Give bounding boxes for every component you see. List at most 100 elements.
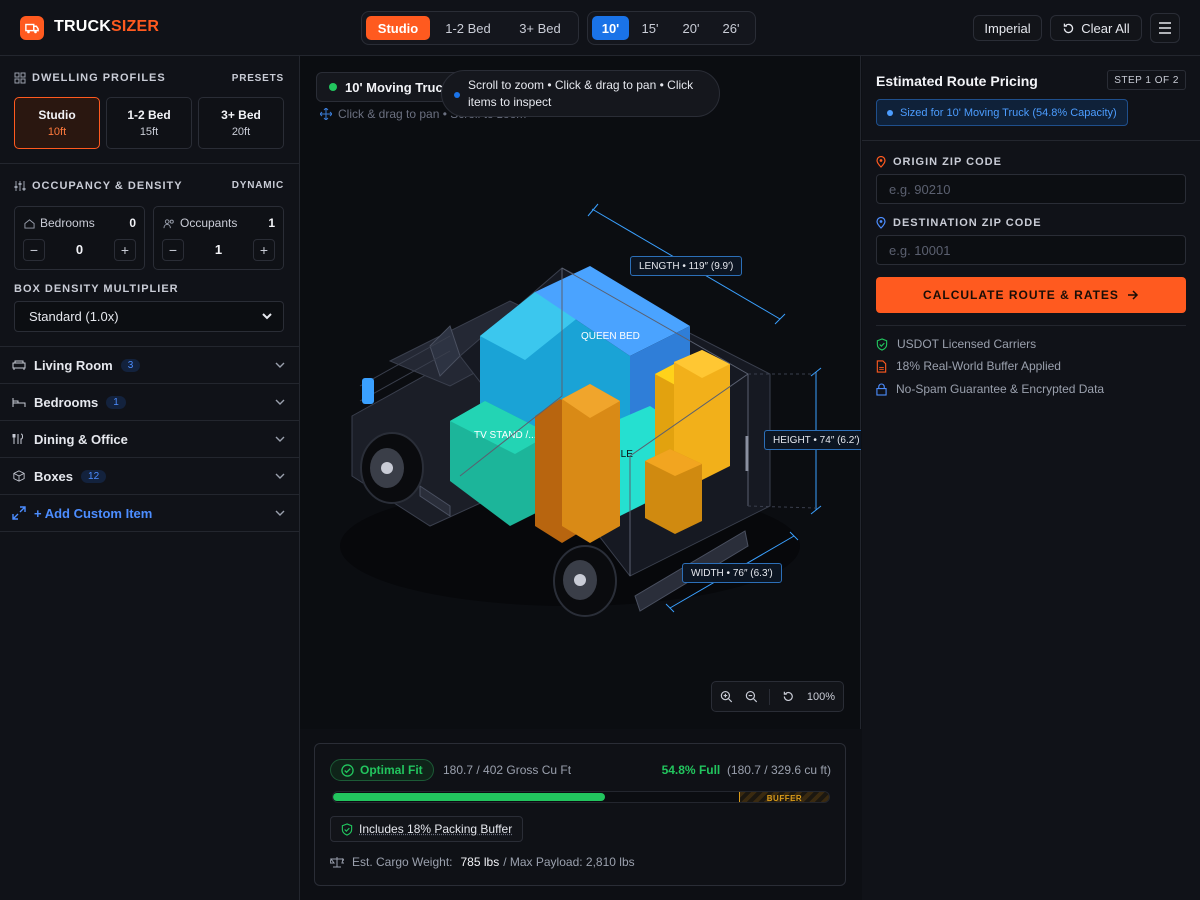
dwelling-tabs: Studio 1-2 Bed 3+ Bed (361, 11, 579, 45)
clear-all-label: Clear All (1081, 20, 1130, 36)
menu-button[interactable] (1150, 13, 1180, 43)
truck-render: QUEEN BED TV STAND /... BLE (340, 203, 822, 617)
count-badge: 3 (120, 358, 141, 372)
sized-for-badge: Sized for 10' Moving Truck (54.8% Capaci… (876, 99, 1128, 126)
density-select[interactable]: Standard (1.0x) (14, 301, 284, 332)
buffer-zone: BUFFER (739, 792, 829, 802)
preset-1-2-bed[interactable]: 1-2 Bed 15ft (106, 97, 192, 149)
profiles-heading: DWELLING PROFILES (14, 72, 166, 84)
capacity-bar: BUFFER (332, 791, 830, 803)
origin-zip-input[interactable]: e.g. 90210 (876, 174, 1186, 204)
tab-3-bed[interactable]: 3+ Bed (506, 16, 574, 40)
zoom-level: 100% (806, 690, 835, 703)
reset-icon (1064, 23, 1074, 33)
chevron-down-icon (275, 510, 285, 516)
tab-15ft[interactable]: 15' (629, 16, 671, 40)
occupants-counter: Occupants 1 − 1 + (153, 206, 284, 270)
headlight (362, 378, 374, 404)
cargo-weight: Est. Cargo Weight: 785 lbs / Max Payload: … (330, 855, 635, 869)
info-dot (454, 92, 460, 98)
home-icon (24, 218, 35, 229)
trust-item-encrypted: No-Spam Guarantee & Encrypted Data (876, 382, 1104, 396)
width-dimension-label: WIDTH • 76″ (6.3′) (682, 563, 782, 583)
tab-20ft[interactable]: 20' (671, 16, 711, 40)
bedrooms-increment-button[interactable]: + (114, 239, 136, 261)
presets-label: PRESETS (231, 73, 284, 84)
buffer-badge: Includes 18% Packing Buffer (330, 816, 524, 842)
gross-volume: 180.7 / 402 Gross Cu Ft (443, 763, 572, 777)
occupants-label: Occupants (163, 216, 237, 230)
occupants-increment-button[interactable]: + (253, 239, 275, 261)
lock-icon (876, 383, 887, 396)
chevron-down-icon (275, 399, 285, 405)
destination-label: DESTINATION ZIP CODE (876, 217, 1042, 229)
interaction-tooltip: Scroll to zoom • Click & drag to pan • C… (441, 70, 720, 117)
height-dimension-label: HEIGHT • 74″ (6.2′) (764, 430, 861, 450)
shield-check-icon (341, 822, 353, 836)
arrow-right-icon (1127, 290, 1138, 300)
chevron-down-icon (275, 362, 285, 368)
move-icon (320, 108, 332, 120)
add-custom-item[interactable]: + Add Custom Item (0, 495, 299, 532)
divider (862, 140, 1200, 141)
tab-1-2-bed[interactable]: 1-2 Bed (430, 16, 506, 40)
utensils-icon (12, 433, 23, 444)
count-badge: 12 (81, 469, 107, 483)
units-toggle[interactable]: Imperial (973, 15, 1042, 41)
divider (769, 688, 771, 705)
capacity-fill (333, 793, 605, 801)
chevron-down-icon (262, 313, 272, 320)
map-pin-icon (876, 156, 886, 168)
tab-studio[interactable]: Studio (366, 16, 430, 40)
clear-all-button[interactable]: Clear All (1050, 15, 1142, 41)
chevron-down-icon (275, 473, 285, 479)
top-header: TRUCKSIZER Studio 1-2 Bed 3+ Bed 10' 15'… (0, 0, 1200, 56)
occupancy-heading: OCCUPANCY & DENSITY (14, 180, 183, 192)
tab-10ft[interactable]: 10' (592, 16, 629, 40)
trust-item-usdot: USDOT Licensed Carriers (876, 337, 1036, 351)
category-bedrooms[interactable]: Bedrooms 1 (0, 384, 299, 421)
pricing-panel: Estimated Route Pricing STEP 1 OF 2 Size… (862, 56, 1200, 900)
box-icon (13, 470, 25, 482)
scale-icon (330, 857, 344, 868)
zoom-in-icon[interactable] (720, 690, 733, 703)
occupants-count: 1 (268, 216, 275, 230)
zoom-out-icon[interactable] (745, 690, 758, 703)
bed-icon (12, 398, 26, 407)
users-icon (163, 218, 174, 228)
divider (0, 163, 299, 164)
sofa-icon (12, 360, 26, 370)
length-dimension-label: LENGTH • 119″ (9.9′) (630, 256, 743, 276)
capacity-stats-card: Optimal Fit 180.7 / 402 Gross Cu Ft 54.8… (314, 743, 846, 886)
capacity-full: 54.8% Full (180.7 / 329.6 cu ft) (661, 763, 831, 777)
left-sidebar: DWELLING PROFILES PRESETS Studio 10ft 1-2… (0, 56, 300, 900)
preset-3-bed[interactable]: 3+ Bed 20ft (198, 97, 284, 149)
category-dining-office[interactable]: Dining & Office (0, 421, 299, 458)
origin-label: ORIGIN ZIP CODE (876, 156, 1002, 168)
tab-26ft[interactable]: 26' (711, 16, 751, 40)
bedrooms-counter: Bedrooms 0 − 0 + (14, 206, 145, 270)
category-living-room[interactable]: Living Room 3 (0, 347, 299, 384)
zoom-controls: 100% (711, 681, 844, 712)
preset-studio[interactable]: Studio 10ft (14, 97, 100, 149)
count-badge: 1 (106, 395, 126, 409)
truck-logo-icon (20, 16, 44, 40)
truck-3d-viewport[interactable]: QUEEN BED TV STAND /... BLE LENGTH • 119… (300, 56, 861, 729)
queen-bed-label: QUEEN BED (581, 331, 640, 342)
pricing-title: Estimated Route Pricing (876, 73, 1038, 89)
status-dot (329, 83, 337, 91)
check-circle-icon (341, 763, 354, 777)
fit-status-badge: Optimal Fit (330, 759, 434, 781)
chevron-down-icon (275, 436, 285, 442)
category-boxes[interactable]: Boxes 12 (0, 458, 299, 495)
sliders-icon (14, 181, 26, 191)
divider (876, 325, 1186, 326)
density-label: BOX DENSITY MULTIPLIER (14, 283, 179, 295)
density-value: Standard (1.0x) (29, 309, 119, 324)
calculate-route-button[interactable]: CALCULATE ROUTE & RATES (876, 277, 1186, 313)
bedrooms-label: Bedrooms (24, 216, 95, 230)
reset-view-icon[interactable] (782, 690, 795, 703)
info-dot (887, 109, 893, 116)
map-pin-icon (876, 217, 886, 229)
destination-zip-input[interactable]: e.g. 10001 (876, 235, 1186, 265)
